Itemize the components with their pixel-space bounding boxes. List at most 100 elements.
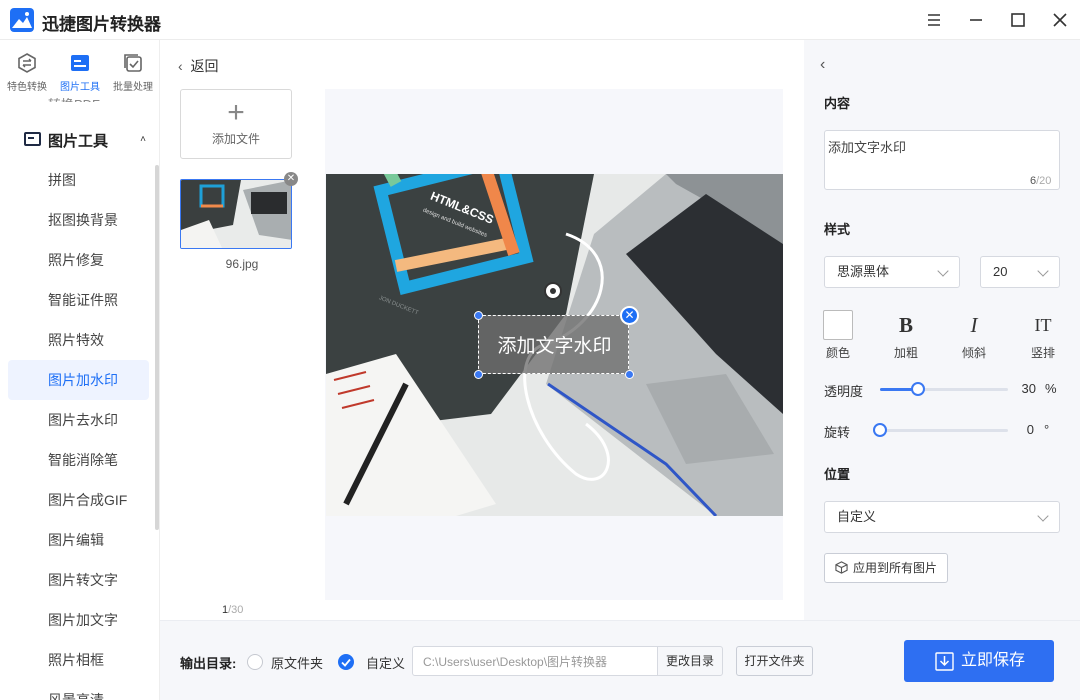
chevron-left-icon: ‹ [178,58,191,74]
sidebar-item-id-photo[interactable]: 智能证件照 [8,280,149,320]
font-family-select[interactable]: 思源黑体 [824,256,960,288]
app-title: 迅捷图片转换器 [42,15,161,34]
radio-custom-folder[interactable] [338,654,354,670]
minimize-icon[interactable] [964,8,988,32]
open-folder-button[interactable]: 打开文件夹 [736,646,813,676]
add-file-label: 添加文件 [211,132,260,146]
bold-label: 加粗 [893,346,918,360]
sidebar-item-photo-effects[interactable]: 照片特效 [8,320,149,360]
image-tools-icon [69,52,91,74]
rotate-value: 0 [1026,422,1034,437]
rotate-handle-icon[interactable] [544,282,562,300]
chevron-down-icon [1037,510,1049,522]
top-nav: 特色转换 图片工具 批量处理 [0,40,159,98]
convert-icon [16,52,38,74]
sidebar-item-collage[interactable]: 拼图 [8,160,149,200]
original-folder-label[interactable]: 原文件夹 [271,653,323,672]
font-size-value: 20 [993,264,1008,279]
page-total: /30 [228,604,244,616]
color-label: 颜色 [825,346,850,360]
chevron-down-icon [937,265,949,277]
vertical-text-button[interactable]: IT 竖排 [1017,310,1069,361]
nav-label: 批量处理 [113,82,153,93]
menu-icon[interactable] [922,8,946,32]
font-size-select[interactable]: 20 [980,256,1060,288]
resize-handle-top-left[interactable] [474,311,483,320]
close-icon[interactable] [1048,8,1072,32]
vertical-text-label: 竖排 [1030,346,1055,360]
page-counter: 1/30 [222,604,243,616]
plus-icon: + [227,96,245,129]
batch-icon [122,52,144,74]
nav-feature-convert[interactable]: 特色转换 [1,52,53,93]
file-thumbnail[interactable] [180,179,292,249]
opacity-slider[interactable] [880,382,1008,396]
rotate-slider-knob[interactable] [873,423,887,437]
sidebar-item-eraser[interactable]: 智能消除笔 [8,440,149,480]
apply-all-label: 应用到所有图片 [853,561,938,575]
sidebar-item-remove-watermark[interactable]: 图片去水印 [8,400,149,440]
change-dir-button[interactable]: 更改目录 [657,646,723,676]
resize-handle-bottom-left[interactable] [474,370,483,379]
color-swatch-icon [823,310,853,340]
add-file-button[interactable]: + 添加文件 [180,89,292,159]
position-select[interactable]: 自定义 [824,501,1060,533]
sidebar: 转换PDF 特色转换 图片工具 批量处理 图片工具 ˄ 拼图 抠图换背景 照片修… [0,40,160,700]
position-section-title: 位置 [824,467,851,482]
title-bar: 迅捷图片转换器 [0,0,1080,40]
save-now-label: 立即保存 [961,652,1026,669]
sidebar-item-add-text[interactable]: 图片加文字 [8,600,149,640]
sidebar-item-add-watermark[interactable]: 图片加水印 [8,360,149,400]
radio-original-folder[interactable] [247,654,263,670]
nav-batch[interactable]: 批量处理 [107,52,159,93]
output-path-input[interactable] [412,646,658,676]
bold-button[interactable]: B 加粗 [880,310,932,361]
cube-icon [835,561,848,574]
italic-button[interactable]: I 倾斜 [948,310,1000,361]
group-image-tools[interactable]: 图片工具 ˄ [24,128,154,152]
custom-folder-label[interactable]: 自定义 [366,653,405,672]
opacity-value: 30 [1021,381,1036,396]
back-button[interactable]: ‹ 返回 [178,56,218,76]
remove-watermark-icon[interactable]: ✕ [620,306,639,325]
char-max: /20 [1036,175,1052,187]
rotate-slider[interactable] [873,423,1008,437]
sidebar-scrollbar[interactable] [155,165,159,530]
watermark-text: 添加文字水印 [497,336,612,357]
file-name: 96.jpg [225,257,259,271]
sidebar-item-ocr[interactable]: 图片转文字 [8,560,149,600]
app-logo [10,8,34,32]
collapse-panel-icon[interactable]: ‹ [820,56,825,74]
vertical-text-icon: IT [1034,315,1052,335]
sidebar-item-photo-repair[interactable]: 照片修复 [8,240,149,280]
opacity-label: 透明度 [824,384,864,399]
italic-icon: I [970,313,978,337]
chevron-down-icon [1037,265,1049,277]
nav-label: 图片工具 [60,82,100,93]
opacity-unit: % [1045,381,1057,396]
back-label: 返回 [190,58,219,74]
sidebar-item-landscape-hd[interactable]: 风景高清 [8,680,149,700]
bold-icon: B [898,313,913,337]
sidebar-item-edit[interactable]: 图片编辑 [8,520,149,560]
sidebar-item-cutout[interactable]: 抠图换背景 [8,200,149,240]
italic-label: 倾斜 [961,346,986,360]
apply-all-button[interactable]: 应用到所有图片 [824,553,948,583]
download-icon [935,652,954,671]
sidebar-item-gif[interactable]: 图片合成GIF [8,480,149,520]
sidebar-item-frame[interactable]: 照片相框 [8,640,149,680]
style-section-title: 样式 [824,222,851,237]
remove-file-icon[interactable]: ✕ [284,172,298,186]
maximize-icon[interactable] [1006,8,1030,32]
watermark-text-box[interactable]: 添加文字水印 [478,315,629,374]
rotate-label: 旋转 [824,425,851,440]
save-now-button[interactable]: 立即保存 [904,640,1054,682]
nav-image-tools[interactable]: 图片工具 [54,52,106,93]
watermark-content-input[interactable]: 添加文字水印 [824,130,1060,190]
chevron-up-icon: ˄ [140,134,146,145]
nav-label: 特色转换 [7,82,47,93]
color-button[interactable]: 颜色 [812,310,864,361]
resize-handle-bottom-right[interactable] [625,370,634,379]
rotate-unit: ° [1044,422,1050,437]
check-icon [341,658,351,667]
